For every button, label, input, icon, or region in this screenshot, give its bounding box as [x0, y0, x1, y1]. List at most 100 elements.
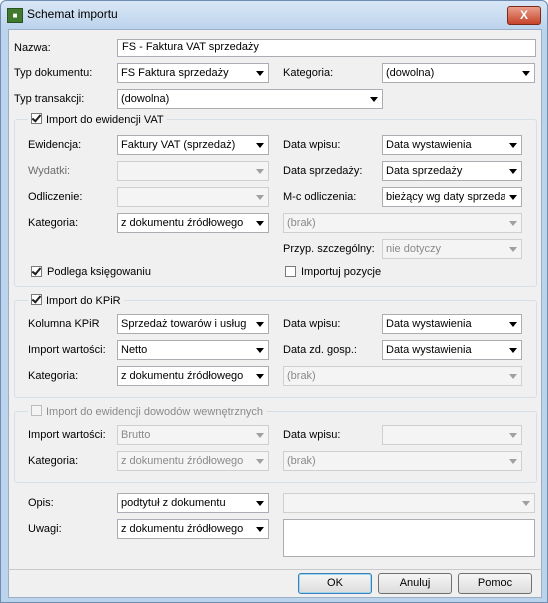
chevron-down-icon — [256, 459, 264, 464]
kpir-kategoria-select[interactable]: z dokumentu źródłowego — [117, 366, 269, 386]
kpir-kategoria2-value: (brak) — [287, 370, 316, 382]
vat-data-wpisu-select[interactable]: Data wystawienia — [382, 135, 522, 155]
button-bar: OK Anuluj Pomoc — [8, 569, 542, 598]
kolumna-kpir-label: Kolumna KPiR — [28, 318, 100, 330]
dowody-data-wpisu-select[interactable] — [382, 425, 522, 445]
chevron-down-icon — [509, 247, 517, 252]
vat-group-header: Import do ewidencji VAT — [28, 112, 167, 126]
nazwa-input[interactable]: FS - Faktura VAT sprzedaży — [117, 39, 536, 57]
data-sprzedazy-value: Data sprzedaży — [386, 165, 463, 177]
kpir-kategoria-value: z dokumentu źródłowego — [121, 370, 244, 382]
opis-label: Opis: — [28, 497, 54, 509]
close-button[interactable]: X — [507, 6, 541, 25]
chevron-down-icon — [256, 195, 264, 200]
kpir-data-wpisu-label: Data wpisu: — [283, 318, 341, 330]
cancel-button[interactable]: Anuluj — [378, 573, 452, 594]
dowody-group — [14, 411, 537, 483]
podlega-label: Podlega księgowaniu — [47, 266, 151, 278]
chevron-down-icon — [509, 169, 517, 174]
kpir-kategoria-label: Kategoria: — [28, 370, 79, 382]
uwagi-textarea[interactable] — [283, 519, 535, 557]
dowody-kategoria-label: Kategoria: — [28, 455, 79, 467]
typ-dokumentu-select[interactable]: FS Faktura sprzedaży — [117, 63, 269, 83]
vat-import-checkbox[interactable] — [31, 113, 42, 124]
chevron-down-icon — [256, 71, 264, 76]
window-title: Schemat importu — [27, 7, 118, 21]
kategoria-label: Kategoria: — [283, 67, 334, 79]
chevron-down-icon — [256, 433, 264, 438]
kpir-group-title: Import do KPiR — [46, 295, 121, 307]
importuj-pozycje-label: Importuj pozycje — [301, 266, 382, 278]
vat-data-wpisu-label: Data wpisu: — [283, 139, 341, 151]
dowody-import-wartosci-label: Import wartości: — [28, 429, 106, 441]
chevron-down-icon — [522, 501, 530, 506]
chevron-down-icon — [256, 221, 264, 226]
opis2-select[interactable] — [283, 493, 535, 513]
chevron-down-icon — [509, 348, 517, 353]
uwagi-value: z dokumentu źródłowego — [121, 523, 244, 535]
typ-transakcji-select[interactable]: (dowolna) — [117, 89, 383, 109]
dowody-group-header: Import do ewidencji dowodów wewnętrznych — [28, 404, 267, 418]
dowody-import-wartosci-select[interactable]: Brutto — [117, 425, 269, 445]
dowody-kategoria-select[interactable]: z dokumentu źródłowego — [117, 451, 269, 471]
data-sprzedazy-select[interactable]: Data sprzedaży — [382, 161, 522, 181]
mc-odliczenia-select[interactable]: bieżący wg daty sprzedaży — [382, 187, 522, 207]
data-sprzedazy-label: Data sprzedaży: — [283, 165, 363, 177]
ok-button[interactable]: OK — [298, 573, 372, 594]
chevron-down-icon — [256, 348, 264, 353]
nazwa-label: Nazwa: — [14, 42, 51, 54]
dialog-window: ■ Schemat importu X Nazwa: FS - Faktura … — [0, 0, 548, 603]
typ-transakcji-label: Typ transakcji: — [14, 93, 85, 105]
typ-transakcji-value: (dowolna) — [121, 93, 170, 105]
kpir-import-wartosci-label: Import wartości: — [28, 344, 106, 356]
vat-kategoria-select[interactable]: z dokumentu źródłowego — [117, 213, 269, 233]
kpir-data-wpisu-select[interactable]: Data wystawienia — [382, 314, 522, 334]
data-zd-gosp-value: Data wystawienia — [386, 344, 472, 356]
chevron-down-icon — [256, 501, 264, 506]
kolumna-kpir-select[interactable]: Sprzedaż towarów i usług — [117, 314, 269, 334]
odliczenie-label: Odliczenie: — [28, 191, 83, 203]
ewidencja-label: Ewidencja: — [28, 139, 82, 151]
odliczenie-select[interactable] — [117, 187, 269, 207]
kategoria-value: (dowolna) — [386, 67, 435, 79]
title-bar: ■ Schemat importu X — [1, 1, 547, 29]
dowody-kategoria2-select[interactable]: (brak) — [283, 451, 522, 471]
chevron-down-icon — [509, 195, 517, 200]
chevron-down-icon — [370, 97, 378, 102]
przyp-value: nie dotyczy — [386, 243, 442, 255]
kpir-import-checkbox[interactable] — [31, 294, 42, 305]
przyp-select[interactable]: nie dotyczy — [382, 239, 522, 259]
typ-dokumentu-value: FS Faktura sprzedaży — [121, 67, 229, 79]
ewidencja-select[interactable]: Faktury VAT (sprzedaż) — [117, 135, 269, 155]
wydatki-select[interactable] — [117, 161, 269, 181]
kpir-import-wartosci-select[interactable]: Netto — [117, 340, 269, 360]
vat-kategoria2-select[interactable]: (brak) — [283, 213, 522, 233]
dowody-kategoria2-value: (brak) — [287, 455, 316, 467]
opis-value: podtytuł z dokumentu — [121, 497, 226, 509]
opis-select[interactable]: podtytuł z dokumentu — [117, 493, 269, 513]
data-zd-gosp-label: Data zd. gosp.: — [283, 344, 357, 356]
dowody-import-checkbox[interactable] — [31, 405, 42, 416]
dowody-data-wpisu-label: Data wpisu: — [283, 429, 341, 441]
chevron-down-icon — [509, 433, 517, 438]
importuj-pozycje-checkbox[interactable] — [285, 266, 296, 277]
chevron-down-icon — [256, 143, 264, 148]
kpir-data-wpisu-value: Data wystawienia — [386, 318, 472, 330]
dowody-import-wartosci-value: Brutto — [121, 429, 151, 441]
kpir-kategoria2-select[interactable]: (brak) — [283, 366, 522, 386]
vat-kategoria2-value: (brak) — [287, 217, 316, 229]
mc-odliczenia-value: bieżący wg daty sprzedaży — [386, 191, 505, 203]
vat-kategoria-value: z dokumentu źródłowego — [121, 217, 244, 229]
przyp-label: Przyp. szczególny: — [283, 243, 375, 255]
podlega-checkbox[interactable] — [31, 266, 42, 277]
chevron-down-icon — [509, 221, 517, 226]
chevron-down-icon — [509, 322, 517, 327]
chevron-down-icon — [256, 374, 264, 379]
kategoria-select[interactable]: (dowolna) — [382, 63, 535, 83]
data-zd-gosp-select[interactable]: Data wystawienia — [382, 340, 522, 360]
uwagi-label: Uwagi: — [28, 523, 62, 535]
uwagi-select[interactable]: z dokumentu źródłowego — [117, 519, 269, 539]
help-button[interactable]: Pomoc — [458, 573, 532, 594]
form-area: Nazwa: FS - Faktura VAT sprzedaży Typ do… — [8, 29, 542, 571]
ewidencja-value: Faktury VAT (sprzedaż) — [121, 139, 236, 151]
